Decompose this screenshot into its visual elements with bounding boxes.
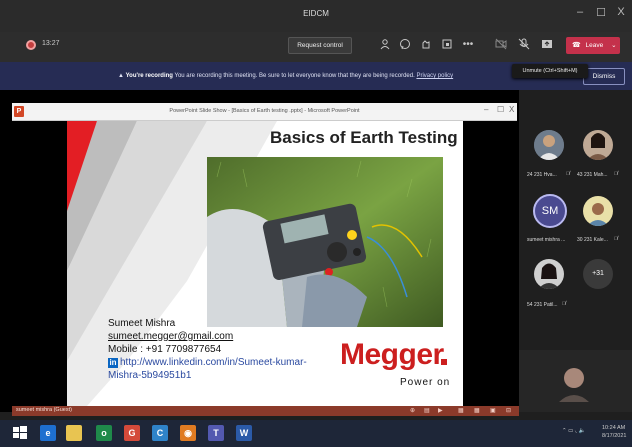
powerpoint-title: PowerPoint Slide Show - [Basics of Earth…: [169, 108, 360, 114]
chrome-icon[interactable]: G: [124, 425, 140, 441]
slide-zoom-icon[interactable]: ⊟: [506, 407, 511, 414]
share-icon[interactable]: [540, 38, 554, 52]
request-control-button[interactable]: Request control: [288, 37, 352, 54]
mic-off-icon: 🎙̸: [566, 171, 570, 177]
megger-logo: Megger: [340, 338, 444, 371]
participant-name: 24 231 Hva...: [527, 172, 557, 178]
participant-avatar[interactable]: [583, 130, 613, 160]
ppt-close-button[interactable]: X: [509, 105, 514, 114]
window-title: EIDCM: [303, 9, 329, 18]
presenter-email: sumeet.megger@gmail.com: [108, 331, 234, 342]
slide-prev-icon[interactable]: ⊕: [410, 407, 415, 414]
warning-icon: ▲: [118, 73, 124, 79]
recording-message: ▲ You're recording You are recording thi…: [118, 73, 453, 79]
ppt-maximize-button[interactable]: ☐: [497, 105, 504, 114]
unmute-tooltip: Unmute (Ctrl+Shift+M): [512, 64, 588, 78]
more-icon[interactable]: •••: [461, 38, 475, 52]
powerpoint-titlebar: PowerPoint Slide Show - [Basics of Earth…: [12, 103, 517, 121]
close-window-button[interactable]: X: [613, 6, 629, 18]
more-participants-button[interactable]: +31: [583, 259, 613, 289]
privacy-policy-link[interactable]: Privacy policy: [416, 73, 453, 79]
edge-icon[interactable]: e: [40, 425, 56, 441]
mic-off-icon: 🎙̸: [614, 171, 618, 177]
mic-off-icon: 🎙̸: [614, 236, 618, 242]
participant-avatar[interactable]: [583, 196, 613, 226]
participant-avatar[interactable]: [534, 130, 564, 160]
word-app-icon[interactable]: o: [96, 425, 112, 441]
clock-date[interactable]: 8/17/2021: [602, 433, 626, 439]
linkedin-url: http://www.linkedin.com/in/Sumeet-kumar-: [120, 357, 307, 368]
self-video-tile: [519, 350, 632, 412]
linkedin-line-1: in http://www.linkedin.com/in/Sumeet-kuma…: [108, 357, 307, 368]
leave-label: Leave: [585, 42, 604, 49]
start-icon[interactable]: [12, 425, 28, 441]
participant-name: 43 231 Mah...: [577, 172, 608, 178]
chevron-down-icon[interactable]: ⌄: [611, 42, 616, 49]
slide-reading-icon[interactable]: ▣: [490, 407, 496, 414]
tagline: Power on: [400, 377, 451, 388]
camera-off-icon[interactable]: [494, 38, 508, 52]
maximize-button[interactable]: ☐: [593, 6, 609, 19]
participant-avatar-initials[interactable]: SM: [533, 194, 567, 228]
slide-sorter-icon[interactable]: ▦: [474, 407, 480, 414]
linkedin-line-2: Mishra-5b94951b1: [108, 370, 192, 381]
mic-off-icon: 🎙̸: [562, 301, 566, 307]
ppt-minimize-button[interactable]: –: [484, 105, 488, 114]
linkedin-icon: in: [108, 358, 118, 368]
recording-indicator-icon: [26, 40, 36, 50]
reactions-icon[interactable]: [419, 38, 433, 52]
window-titlebar: EIDCM – ☐ X: [0, 0, 632, 32]
presenter-label: sumeet mishra (Guest): [16, 407, 72, 413]
recording-text: You are recording this meeting. Be sure …: [174, 73, 415, 79]
phone-hangup-icon: ☎: [572, 42, 581, 49]
clock-time[interactable]: 10:24 AM: [602, 425, 625, 431]
minimize-button[interactable]: –: [572, 6, 588, 18]
recording-bold: You're recording: [125, 73, 173, 79]
presenter-name: Sumeet Mishra: [108, 318, 176, 329]
slide-play-icon[interactable]: ▶: [438, 407, 443, 414]
mic-off-icon[interactable]: [517, 38, 531, 52]
participant-avatar[interactable]: [534, 259, 564, 289]
people-icon[interactable]: [378, 38, 392, 52]
participant-name: sumeet mishra ...: [527, 237, 566, 243]
earth-tester-photo: [207, 157, 443, 327]
windows-taskbar: [0, 420, 632, 447]
slide-view-icon[interactable]: ▦: [458, 407, 464, 414]
tray-icons[interactable]: ⌃ ▭ ◟ 🔈: [562, 428, 585, 434]
explorer-icon[interactable]: [66, 425, 82, 441]
firefox-icon[interactable]: ◉: [180, 425, 196, 441]
participant-name: 30 231 Kale...: [577, 237, 608, 243]
participant-name: 54 231 Patil...: [527, 302, 558, 308]
presenter-mobile: Mobile : +91 7709877654: [108, 344, 222, 355]
rooms-icon[interactable]: [440, 38, 454, 52]
powerpoint-logo-icon: P: [14, 106, 24, 117]
store-icon[interactable]: C: [152, 425, 168, 441]
slide-grid-icon[interactable]: ▤: [424, 407, 430, 414]
chat-icon[interactable]: [398, 38, 412, 52]
dismiss-button[interactable]: Dismiss: [583, 68, 625, 85]
word-icon[interactable]: W: [236, 425, 252, 441]
leave-button[interactable]: ☎ Leave ⌄: [566, 37, 620, 54]
teams-icon[interactable]: T: [208, 425, 224, 441]
meeting-timer: 13:27: [42, 40, 60, 47]
slide-title: Basics of Earth Testing: [270, 128, 458, 147]
megger-logo-dot: [441, 359, 447, 365]
